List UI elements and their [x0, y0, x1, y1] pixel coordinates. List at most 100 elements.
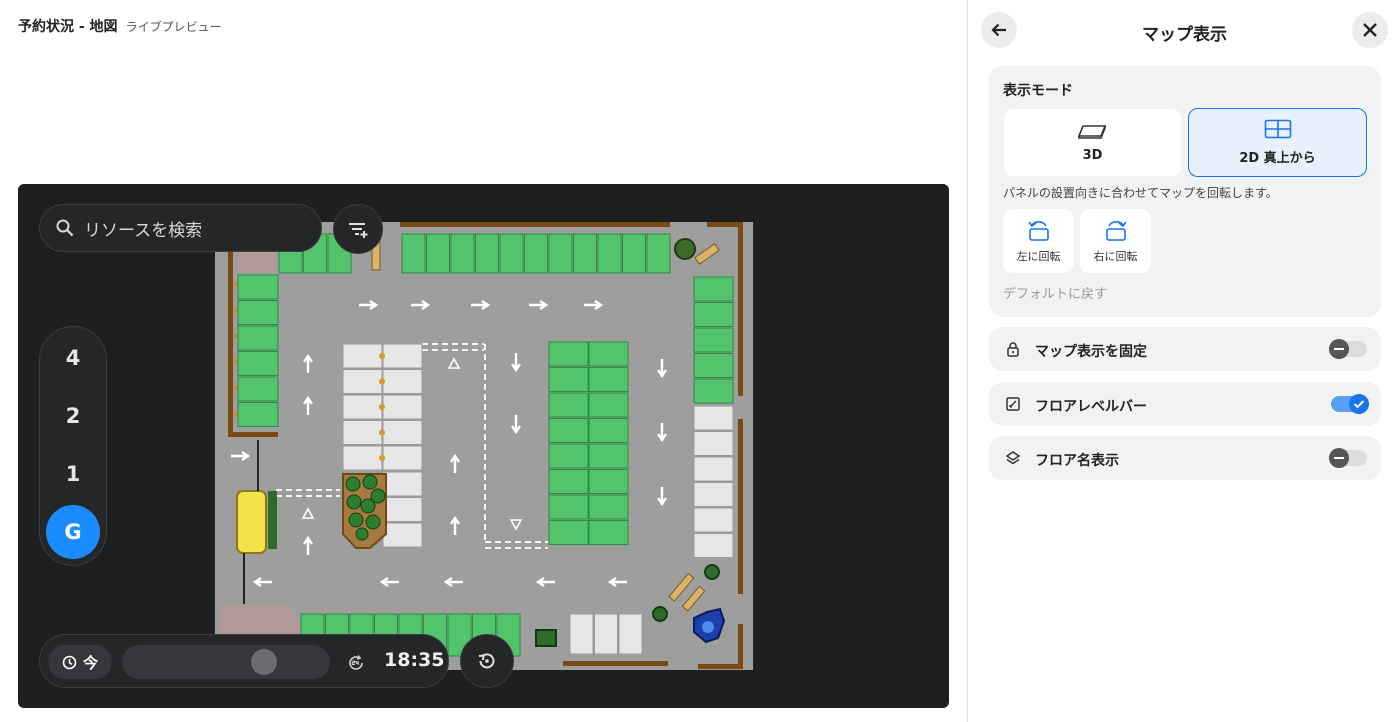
- parking-spot[interactable]: [237, 351, 279, 376]
- toggle-lock-map-label: マップ表示を固定: [1035, 344, 1147, 360]
- reset-default-link[interactable]: デフォルトに戻す: [1003, 283, 1107, 302]
- mode-3d-label: 3D: [1082, 148, 1103, 163]
- parking-spot[interactable]: [499, 233, 524, 274]
- parking-spot[interactable]: [622, 233, 646, 274]
- parking-spot[interactable]: [548, 443, 589, 469]
- history-reset-icon: [478, 653, 495, 669]
- toggle-floor-name[interactable]: フロア名表示: [989, 436, 1381, 480]
- toggle-lock-map-switch[interactable]: [1329, 339, 1367, 359]
- floor-button-2[interactable]: 2: [46, 389, 100, 443]
- parking-spot[interactable]: [693, 507, 734, 533]
- reset-time-button[interactable]: [460, 634, 514, 688]
- parking-spot[interactable]: [548, 233, 573, 274]
- parking-spot[interactable]: [382, 420, 423, 445]
- parking-spot[interactable]: [382, 497, 423, 522]
- parking-spot[interactable]: [524, 233, 548, 274]
- toggle-floor-level-bar[interactable]: フロアレベルバー: [989, 382, 1381, 426]
- map-display-panel: マップ表示 表示モード 3D 2D 真上から パネルの設置向きに合わせてマップを…: [967, 0, 1400, 722]
- parking-spot[interactable]: [342, 369, 383, 394]
- parking-spot[interactable]: [548, 418, 589, 443]
- page-subtitle: ライブプレビュー: [125, 20, 222, 34]
- parking-spot[interactable]: [382, 522, 423, 548]
- floor-button-4[interactable]: 4: [46, 331, 100, 385]
- page-header: 予約状況 - 地図 ライブプレビュー: [18, 16, 222, 36]
- parking-spot[interactable]: [237, 402, 279, 427]
- map-view[interactable]: リソースを検索 4 2 1 G 今 18:35: [18, 184, 949, 708]
- parking-spot[interactable]: [237, 325, 279, 351]
- parking-spot[interactable]: [693, 431, 734, 456]
- rotate-right-icon: [1105, 221, 1127, 241]
- now-button[interactable]: 今: [48, 645, 112, 679]
- parking-spot[interactable]: [342, 445, 383, 471]
- parking-spot[interactable]: [588, 367, 629, 392]
- parking-spot[interactable]: [588, 392, 629, 418]
- parking-spot[interactable]: [342, 420, 383, 445]
- 24h-icon: [349, 655, 363, 670]
- parking-spot[interactable]: [342, 394, 383, 420]
- rotate-right-button[interactable]: 右に回転: [1080, 209, 1151, 273]
- layers-icon: [1005, 451, 1021, 465]
- parking-spot[interactable]: [618, 613, 643, 655]
- time-display: 18:35: [384, 649, 445, 671]
- parking-spot[interactable]: [237, 274, 279, 300]
- mode-2d-button[interactable]: 2D 真上から: [1188, 108, 1367, 177]
- parking-spot[interactable]: [382, 343, 423, 369]
- parking-spot[interactable]: [475, 233, 499, 274]
- time-slider[interactable]: [122, 645, 330, 679]
- toggle-lock-map[interactable]: マップ表示を固定: [989, 327, 1381, 371]
- resource-search[interactable]: リソースを検索: [39, 204, 322, 252]
- parking-spot[interactable]: [588, 469, 629, 494]
- parking-spot[interactable]: [588, 418, 629, 443]
- parking-spot[interactable]: [426, 233, 450, 274]
- parking-spot[interactable]: [548, 494, 589, 520]
- floor-button-1[interactable]: 1: [46, 447, 100, 501]
- parking-spot[interactable]: [237, 300, 279, 325]
- rotate-left-button[interactable]: 左に回転: [1003, 209, 1074, 273]
- search-input[interactable]: リソースを検索: [84, 216, 202, 241]
- parking-spot[interactable]: [646, 233, 671, 274]
- parking-spot[interactable]: [588, 341, 629, 367]
- parking-spot[interactable]: [450, 233, 475, 274]
- floor-map[interactable]: [18, 184, 949, 708]
- close-icon: [1363, 23, 1377, 37]
- mode-3d-button[interactable]: 3D: [1003, 108, 1182, 177]
- parking-spot[interactable]: [693, 353, 734, 378]
- toggle-floor-level-bar-switch[interactable]: [1331, 394, 1369, 414]
- parking-spot[interactable]: [342, 343, 383, 369]
- parking-spot[interactable]: [693, 533, 734, 558]
- parking-spot[interactable]: [693, 276, 734, 302]
- parking-spot[interactable]: [693, 302, 734, 327]
- parking-spot[interactable]: [693, 405, 734, 431]
- time-slider-thumb[interactable]: [251, 649, 278, 675]
- parking-spot[interactable]: [597, 233, 622, 274]
- parking-spot[interactable]: [594, 613, 618, 655]
- parking-spot[interactable]: [693, 482, 734, 507]
- parking-spot[interactable]: [401, 233, 426, 274]
- parking-spot[interactable]: [382, 369, 423, 394]
- parking-spot[interactable]: [548, 469, 589, 494]
- parking-spot[interactable]: [548, 341, 589, 367]
- parking-spot[interactable]: [588, 443, 629, 469]
- parking-spot[interactable]: [548, 392, 589, 418]
- parking-spot[interactable]: [382, 445, 423, 471]
- parking-spot[interactable]: [693, 327, 734, 353]
- 3d-plane-icon: [1077, 125, 1106, 139]
- parking-spot[interactable]: [548, 520, 589, 545]
- parking-spot[interactable]: [569, 613, 594, 655]
- parking-spot[interactable]: [693, 378, 734, 404]
- toggle-floor-name-switch[interactable]: [1329, 448, 1367, 468]
- parking-spot[interactable]: [588, 520, 629, 545]
- add-filter-button[interactable]: [333, 204, 383, 254]
- kiosk[interactable]: [236, 490, 267, 554]
- close-button[interactable]: [1352, 12, 1388, 48]
- panel-title: マップ表示: [1142, 25, 1227, 45]
- parking-spot[interactable]: [588, 494, 629, 520]
- parking-spot[interactable]: [548, 367, 589, 392]
- parking-spot[interactable]: [382, 394, 423, 420]
- filter-add-icon: [349, 223, 368, 238]
- parking-spot[interactable]: [693, 456, 734, 482]
- floor-button-g[interactable]: G: [46, 505, 100, 559]
- parking-spot[interactable]: [573, 233, 597, 274]
- parking-spot[interactable]: [382, 471, 423, 497]
- parking-spot[interactable]: [237, 376, 279, 402]
